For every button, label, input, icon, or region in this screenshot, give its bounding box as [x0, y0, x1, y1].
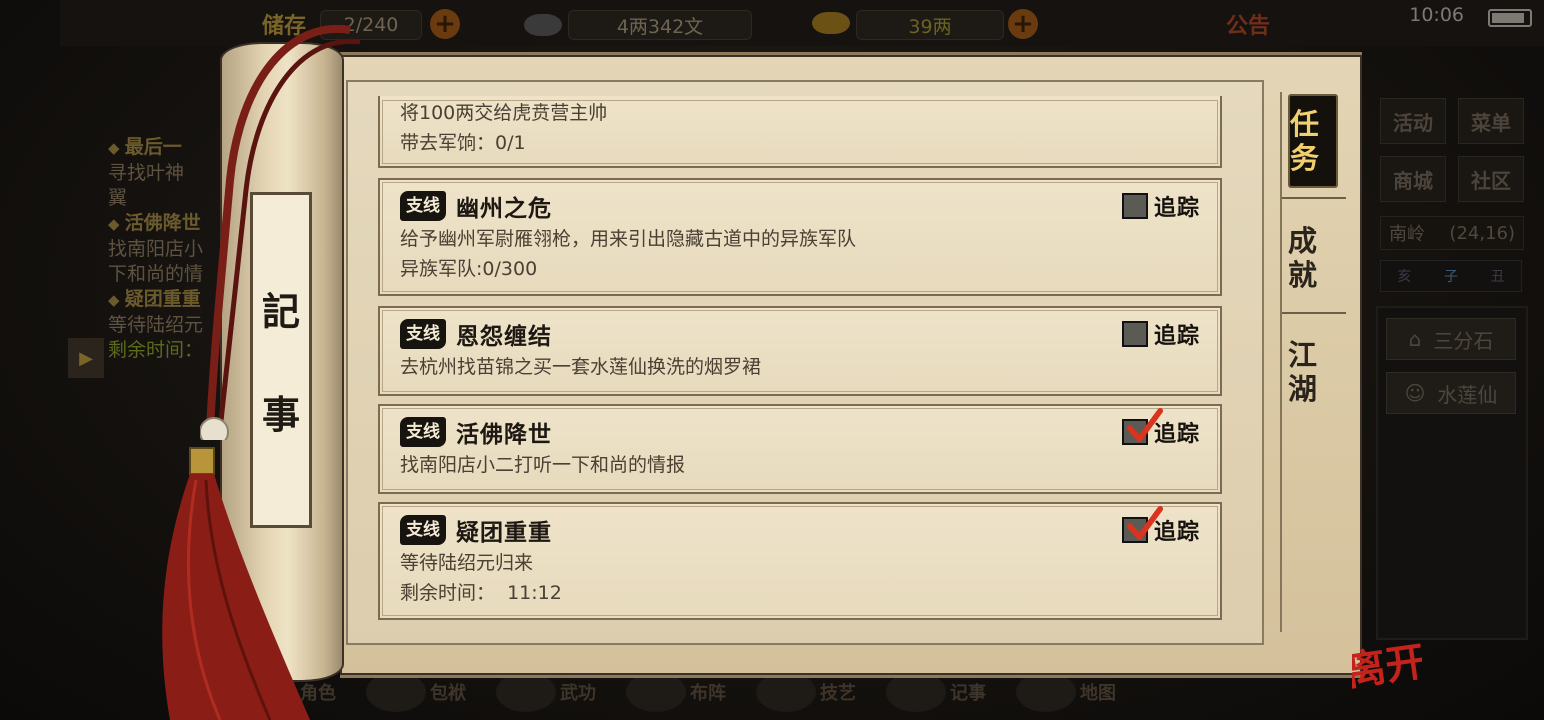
- tab-separator: [1282, 312, 1346, 314]
- notice-button[interactable]: 公告: [1226, 8, 1270, 40]
- tab-jianghu[interactable]: 江湖: [1288, 336, 1338, 408]
- bag-menu[interactable]: 包袱: [366, 672, 466, 712]
- time-mark: 丑: [1490, 269, 1505, 285]
- leave-button[interactable]: 离开: [1352, 628, 1422, 698]
- leave-label: 离开: [1352, 638, 1422, 696]
- time-mark: 亥: [1397, 269, 1412, 285]
- track-checkbox[interactable]: [1121, 321, 1148, 347]
- skill-icon: [756, 672, 816, 712]
- community-button[interactable]: 社区: [1458, 156, 1524, 202]
- journal-icon: [886, 672, 946, 712]
- quest-progress: 带去军饷：0/1: [400, 132, 526, 154]
- quest-title: 恩怨缠结: [456, 324, 552, 350]
- expand-arrow-icon[interactable]: ▶: [68, 338, 104, 378]
- tab-jianghu-label: 江湖: [1288, 338, 1318, 406]
- npc-name: 三分石: [1433, 328, 1494, 353]
- copper-ingot-icon: [524, 14, 562, 36]
- quest-card[interactable]: 支线 疑团重重 追踪 等待陆绍元归来 剩余时间： 11:12: [378, 502, 1222, 620]
- tab-separator: [1282, 197, 1346, 199]
- track-toggle[interactable]: 追踪: [1121, 505, 1200, 546]
- tab-tasks[interactable]: 任务: [1288, 94, 1338, 188]
- quest-desc: 找南阳店小二打听一下和尚的情报: [400, 454, 686, 476]
- quest-card[interactable]: 支线 活佛降世 追踪 找南阳店小二打听一下和尚的情报: [378, 404, 1222, 494]
- tab-achievements[interactable]: 成就: [1288, 222, 1338, 294]
- time-of-day-bar: 亥 子 丑: [1380, 260, 1522, 292]
- martial-icon: [496, 672, 556, 712]
- track-label: 追踪: [1153, 196, 1200, 221]
- track-checkbox[interactable]: [1121, 407, 1164, 445]
- map-menu[interactable]: 地图: [1016, 672, 1116, 712]
- formation-label: 布阵: [690, 683, 726, 704]
- npc-name: 水莲仙: [1437, 382, 1498, 407]
- rope-decoration: [200, 24, 361, 440]
- map-icon: [1016, 672, 1076, 712]
- martial-label: 武功: [560, 683, 596, 704]
- checkmark-icon: [1126, 505, 1164, 541]
- quest-title: 疑团重重: [456, 520, 552, 546]
- track-checkbox[interactable]: [1121, 505, 1164, 543]
- location-display: 南岭 (24,16): [1380, 216, 1524, 250]
- location-coords: (24,16): [1449, 222, 1515, 244]
- location-name: 南岭: [1389, 224, 1425, 245]
- copper-amount: 4两342文: [568, 10, 752, 40]
- activity-button[interactable]: 活动: [1380, 98, 1446, 144]
- quest-tag: 支线: [400, 515, 446, 545]
- journal-label: 记事: [950, 683, 986, 704]
- quest-progress: 剩余时间： 11:12: [400, 582, 562, 604]
- npc-avatar-icon: ⌂: [1408, 327, 1422, 351]
- formation-icon: [626, 672, 686, 712]
- bag-icon: [366, 672, 426, 712]
- track-toggle[interactable]: 追踪: [1121, 318, 1200, 350]
- quest-title: 幽州之危: [456, 196, 552, 222]
- track-checkbox[interactable]: [1121, 193, 1148, 219]
- quest-progress: 异族军队:0/300: [400, 258, 538, 280]
- track-label: 追踪: [1153, 324, 1200, 349]
- quest-desc: 去杭州找苗锦之买一套水莲仙换洗的烟罗裙: [400, 356, 762, 378]
- checkmark-icon: [1126, 407, 1164, 443]
- quest-card[interactable]: 支线 幽州之危 追踪 给予幽州军尉雁翎枪，用来引出隐藏古道中的异族军队 异族军队…: [378, 178, 1222, 296]
- formation-menu[interactable]: 布阵: [626, 672, 726, 712]
- npc-button-shuilianxian[interactable]: ☺ 水莲仙: [1386, 372, 1516, 414]
- tab-achievements-label: 成就: [1288, 224, 1318, 292]
- quest-card[interactable]: 将100两交给虎贲营主帅 带去军饷：0/1: [378, 96, 1222, 168]
- battery-icon: [1488, 9, 1532, 27]
- map-label: 地图: [1080, 683, 1116, 704]
- skill-menu[interactable]: 技艺: [756, 672, 856, 712]
- quest-tag: 支线: [400, 191, 446, 221]
- quest-title: 活佛降世: [456, 422, 552, 448]
- track-toggle[interactable]: 追踪: [1121, 407, 1200, 448]
- quest-tag: 支线: [400, 319, 446, 349]
- quest-tag: 支线: [400, 417, 446, 447]
- time-mark: 子: [1443, 269, 1458, 285]
- silver-ingot-icon: [812, 12, 850, 34]
- tab-tasks-label: 任务: [1290, 107, 1320, 175]
- quest-desc: 给予幽州军尉雁翎枪，用来引出隐藏古道中的异族军队: [400, 228, 857, 250]
- menu-button[interactable]: 菜单: [1458, 98, 1524, 144]
- quest-desc: 将100两交给虎贲营主帅: [400, 102, 608, 124]
- track-toggle[interactable]: 追踪: [1121, 190, 1200, 222]
- skill-label: 技艺: [820, 683, 856, 704]
- clock: 10:06: [1409, 4, 1464, 26]
- npc-avatar-icon: ☺: [1404, 381, 1426, 405]
- silver-add-button[interactable]: +: [1008, 9, 1038, 39]
- tassel-decoration: [162, 447, 310, 720]
- journal-menu[interactable]: 记事: [886, 672, 986, 712]
- bag-add-button[interactable]: +: [430, 9, 460, 39]
- shop-button[interactable]: 商城: [1380, 156, 1446, 202]
- npc-button-sanfenshi[interactable]: ⌂ 三分石: [1386, 318, 1516, 360]
- martial-menu[interactable]: 武功: [496, 672, 596, 712]
- tab-divider: [1280, 92, 1282, 632]
- quest-card[interactable]: 支线 恩怨缠结 追踪 去杭州找苗锦之买一套水莲仙换洗的烟罗裙: [378, 306, 1222, 396]
- bag-menu-label: 包袱: [430, 683, 466, 704]
- silver-amount: 39两: [856, 10, 1004, 40]
- quest-desc: 等待陆绍元归来: [400, 552, 534, 574]
